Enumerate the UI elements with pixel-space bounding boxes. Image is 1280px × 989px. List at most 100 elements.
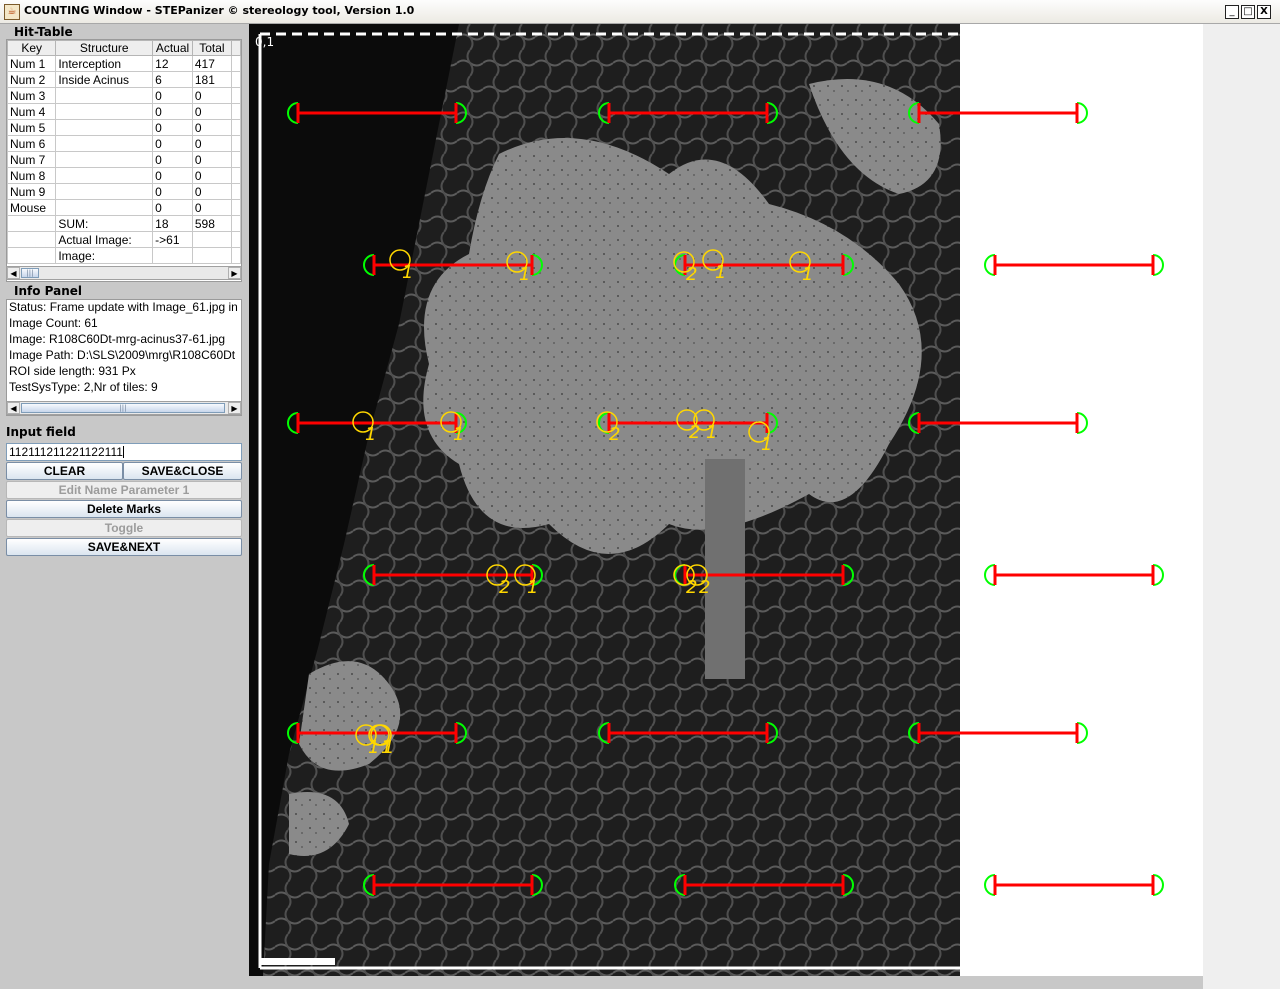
table-row[interactable]: Num 3 00: [7, 87, 241, 104]
col-header-key[interactable]: Key: [7, 40, 57, 56]
table-cell[interactable]: [55, 183, 154, 200]
table-cell[interactable]: [7, 231, 57, 248]
col-header-total[interactable]: Total: [191, 40, 232, 56]
scroll-right-icon[interactable]: ▶: [228, 267, 241, 279]
table-cell[interactable]: 0: [152, 183, 193, 200]
table-cell[interactable]: 0: [191, 167, 232, 184]
table-row[interactable]: Num 6 00: [7, 135, 241, 152]
table-cell[interactable]: Inside Acinus: [55, 71, 154, 88]
table-cell[interactable]: 18: [152, 215, 193, 232]
table-cell[interactable]: [7, 215, 57, 232]
table-row[interactable]: Num 1 Interception 12 417: [7, 55, 241, 72]
delete-marks-button[interactable]: Delete Marks: [6, 500, 242, 518]
scroll-thumb[interactable]: |||: [21, 403, 225, 413]
table-cell[interactable]: Actual Image:: [55, 231, 154, 248]
table-cell[interactable]: 12: [152, 55, 193, 72]
table-cell[interactable]: Num 4: [7, 103, 57, 120]
col-header-structure[interactable]: Structure: [55, 40, 154, 56]
hit-table[interactable]: Key Structure Actual Total Num 1 Intercep…: [6, 39, 242, 282]
table-cell[interactable]: [152, 247, 193, 264]
edit-name-button[interactable]: Edit Name Parameter 1: [6, 481, 242, 499]
table-cell[interactable]: 0: [191, 103, 232, 120]
clear-button[interactable]: CLEAR: [6, 462, 123, 480]
title-bar[interactable]: ☕ COUNTING Window - STEPanizer © stereol…: [0, 0, 1280, 24]
input-field[interactable]: 112111211221122111: [6, 443, 242, 461]
table-cell[interactable]: [55, 119, 154, 136]
table-cell[interactable]: 0: [191, 135, 232, 152]
table-cell[interactable]: [55, 199, 154, 216]
toggle-button[interactable]: Toggle: [6, 519, 242, 537]
table-row[interactable]: Num 9 00: [7, 183, 241, 200]
info-line-image: Image: R108C60Dt-mrg-acinus37-61.jpg: [9, 332, 226, 346]
table-cell[interactable]: 0: [191, 87, 232, 104]
hit-marker-label: 1: [715, 262, 726, 283]
table-cell[interactable]: 0: [152, 87, 193, 104]
table-cell[interactable]: 0: [152, 103, 193, 120]
table-cell[interactable]: [191, 247, 232, 264]
table-row[interactable]: Image:: [7, 247, 241, 264]
scroll-left-icon[interactable]: ◀: [7, 267, 20, 279]
table-cell[interactable]: Num 2: [7, 71, 57, 88]
table-cell[interactable]: 0: [191, 119, 232, 136]
input-field-label: Input field: [6, 425, 76, 439]
close-button[interactable]: X: [1257, 5, 1271, 19]
minimize-button[interactable]: _: [1225, 5, 1239, 19]
table-row[interactable]: Num 2 Inside Acinus 6 181: [7, 71, 241, 88]
table-cell[interactable]: [55, 167, 154, 184]
table-cell[interactable]: Num 1: [7, 55, 57, 72]
hit-marker-label: 1: [706, 422, 717, 443]
table-cell[interactable]: [55, 135, 154, 152]
table-cell[interactable]: [191, 231, 232, 248]
table-cell[interactable]: SUM:: [55, 215, 154, 232]
table-row[interactable]: Num 5 00: [7, 119, 241, 136]
hit-marker-label: 2: [499, 577, 510, 598]
table-row[interactable]: Num 8 00: [7, 167, 241, 184]
table-cell[interactable]: 598: [191, 215, 232, 232]
table-cell[interactable]: [55, 151, 154, 168]
save-next-button[interactable]: SAVE&NEXT: [6, 538, 242, 556]
col-header-actual[interactable]: Actual: [152, 40, 193, 56]
save-close-button[interactable]: SAVE&CLOSE: [123, 462, 242, 480]
table-cell[interactable]: Num 3: [7, 87, 57, 104]
table-row[interactable]: Num 4 00: [7, 103, 241, 120]
table-cell[interactable]: 417: [191, 55, 232, 72]
table-cell[interactable]: Interception: [55, 55, 154, 72]
table-cell[interactable]: Num 6: [7, 135, 57, 152]
table-cell[interactable]: 181: [191, 71, 232, 88]
info-panel-scrollbar[interactable]: ◀ ||| ▶: [6, 401, 242, 415]
table-cell[interactable]: 0: [152, 119, 193, 136]
table-cell[interactable]: ->61: [152, 231, 193, 248]
table-cell[interactable]: Num 8: [7, 167, 57, 184]
table-cell[interactable]: 0: [191, 199, 232, 216]
table-row[interactable]: Mouse 0 0: [7, 199, 241, 216]
hit-table-scrollbar[interactable]: ◀ ||| ▶: [6, 266, 242, 280]
maximize-button[interactable]: □: [1241, 5, 1255, 19]
scroll-left-icon[interactable]: ◀: [7, 402, 20, 414]
table-cell[interactable]: Mouse: [7, 199, 57, 216]
table-cell[interactable]: Image:: [55, 247, 154, 264]
table-row[interactable]: Actual Image: ->61: [7, 231, 241, 248]
table-cell[interactable]: 0: [152, 151, 193, 168]
table-cell[interactable]: 0: [191, 151, 232, 168]
table-cell[interactable]: [55, 87, 154, 104]
table-cell[interactable]: Num 5: [7, 119, 57, 136]
scroll-thumb[interactable]: |||: [21, 268, 39, 278]
counting-overlay[interactable]: 0,1 1 1 2 1 11 1 2 2 112 1 2 21 11: [249, 24, 1203, 976]
hit-marker-label: 1: [527, 577, 538, 598]
table-cell[interactable]: 6: [152, 71, 193, 88]
table-cell[interactable]: Num 9: [7, 183, 57, 200]
table-row[interactable]: SUM: 18 598: [7, 215, 241, 232]
scale-bar: [260, 958, 335, 965]
table-cell[interactable]: [7, 247, 57, 264]
table-cell[interactable]: 0: [152, 135, 193, 152]
table-cell[interactable]: [55, 103, 154, 120]
info-panel: Status: Frame update with Image_61.jpg i…: [6, 299, 242, 416]
table-row[interactable]: Num 7 00: [7, 151, 241, 168]
image-canvas[interactable]: 0,1 112111122112122111: [249, 24, 1203, 976]
table-cell[interactable]: 0: [191, 183, 232, 200]
table-cell[interactable]: Num 7: [7, 151, 57, 168]
table-cell[interactable]: 0: [152, 199, 193, 216]
scroll-right-icon[interactable]: ▶: [228, 402, 241, 414]
table-cell[interactable]: 0: [152, 167, 193, 184]
hit-marker-label: 1: [761, 434, 772, 455]
